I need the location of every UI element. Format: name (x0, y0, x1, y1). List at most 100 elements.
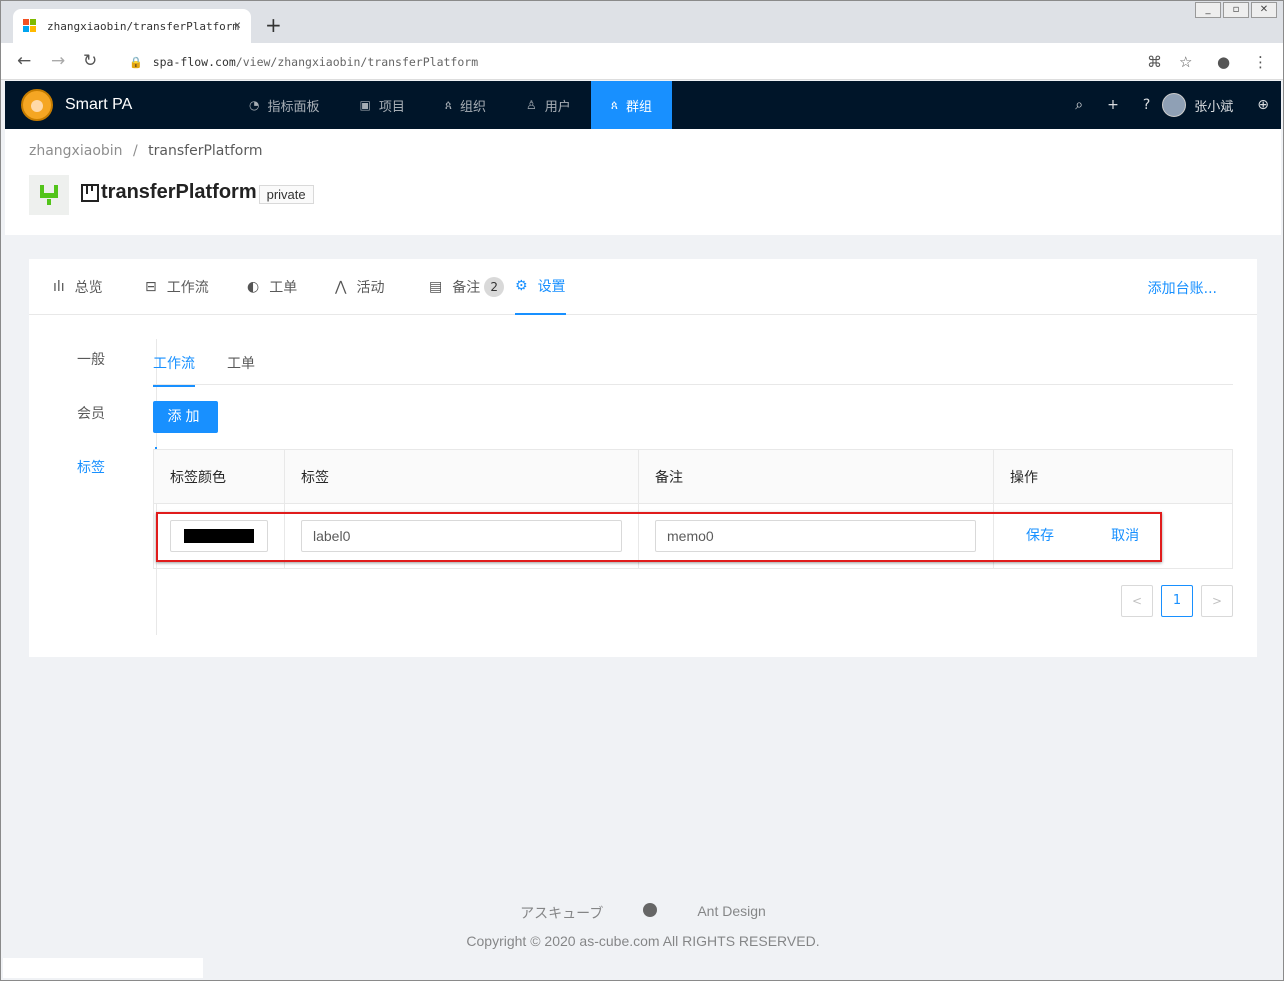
lock-icon: 🔒 (129, 55, 143, 69)
settings-sidebar: 一般 会员 标签 (57, 339, 157, 635)
notes-icon: ▤ (429, 279, 443, 295)
footer-link-antdesign[interactable]: Ant Design (697, 903, 765, 923)
tab-strip: zhangxiaobin/transferPlatform × + _ ▫ ✕ (1, 1, 1283, 43)
window-controls: _ ▫ ✕ (1193, 2, 1277, 18)
app-logo[interactable]: Smart PA (21, 89, 221, 121)
label-type-tabs: 工作流 工单 (153, 339, 1233, 387)
board-icon (81, 183, 99, 202)
menu-organizations[interactable]: ጰ 组织 (425, 81, 506, 129)
page-1-button[interactable]: 1 (1161, 585, 1193, 617)
label-input[interactable] (301, 520, 622, 552)
reload-icon[interactable]: ↻ (83, 51, 97, 71)
prev-page-button[interactable]: < (1121, 585, 1153, 617)
browser-tab[interactable]: zhangxiaobin/transferPlatform × (13, 9, 251, 43)
group-icon: ጰ (610, 97, 618, 112)
sidebar-item-general[interactable]: 一般 (77, 349, 105, 369)
avatar (1162, 93, 1187, 117)
add-button[interactable]: 添加 (153, 401, 218, 433)
help-icon[interactable]: ? (1143, 97, 1150, 113)
menu-projects[interactable]: ▣ 项目 (340, 81, 425, 129)
page-title: transferPlatform private (81, 181, 314, 204)
color-swatch (184, 529, 254, 543)
column-header-label: 标签 (285, 450, 639, 503)
tab-tickets[interactable]: ◐ 工单 (247, 259, 297, 315)
copyright: Copyright © 2020 as-cube.com All RIGHTS … (466, 933, 820, 949)
color-picker-input[interactable] (170, 520, 268, 552)
breadcrumb-separator: / (132, 143, 138, 159)
user-name: 张小斌 (1194, 99, 1234, 115)
close-tab-icon[interactable]: × (234, 18, 241, 32)
browser-menu-icon[interactable]: ⋮ (1253, 53, 1268, 71)
cancel-button[interactable]: 取消 (1111, 528, 1139, 544)
footer-links: アスキューブ Ant Design (1, 903, 1284, 923)
main-menu: ◔ 指标面板 ▣ 项目 ጰ 组织 ♙ 用户 ጰ 群组 (229, 81, 672, 129)
address-bar[interactable]: 🔒 spa-flow.com/view/zhangxiaobin/transfe… (115, 48, 1215, 76)
tab-workflow-labels[interactable]: 工作流 (153, 353, 195, 387)
footer-link-ascube[interactable]: アスキューブ (520, 903, 603, 923)
project-icon: ▣ (359, 98, 371, 112)
actions-cell: 保存 取消 (994, 504, 1232, 568)
activity-icon: ⋀ (335, 279, 347, 295)
new-tab-icon[interactable]: + (265, 13, 282, 37)
favicon-icon (23, 19, 37, 33)
close-window-icon[interactable]: ✕ (1251, 2, 1277, 18)
memo-input[interactable] (655, 520, 976, 552)
gear-icon: ⚙ (515, 278, 528, 294)
visibility-badge: private (258, 185, 314, 204)
label-cell (285, 504, 639, 568)
translate-icon[interactable]: ⌘ (1147, 53, 1162, 71)
bookmark-star-icon[interactable]: ☆ (1179, 53, 1192, 71)
status-bar (3, 958, 203, 978)
ticket-icon: ◐ (247, 279, 260, 295)
tab-activity[interactable]: ⋀ 活动 (335, 259, 384, 315)
menu-dashboard[interactable]: ◔ 指标面板 (229, 81, 340, 129)
dashboard-icon: ◔ (249, 98, 260, 112)
column-header-actions: 操作 (1010, 470, 1038, 486)
logo-icon (21, 89, 53, 121)
tab-overview[interactable]: ılı 总览 (53, 259, 103, 315)
project-tabs: ılı 总览 ⊟ 工作流 ◐ 工单 ⋀ 活动 ▤ 备注 2 ⚙ 设置 添加台账... (29, 259, 1257, 315)
breadcrumb-project: transferPlatform (148, 143, 263, 159)
menu-groups[interactable]: ጰ 群组 (590, 81, 672, 129)
breadcrumb: zhangxiaobin / transferPlatform (29, 143, 263, 159)
user-icon: ♙ (526, 98, 537, 112)
tab-workflow[interactable]: ⊟ 工作流 (145, 259, 209, 315)
project-identicon-icon (40, 185, 58, 205)
minimize-icon[interactable]: _ (1195, 2, 1221, 18)
project-avatar (29, 175, 69, 215)
forward-icon[interactable]: → (51, 51, 65, 71)
github-icon[interactable] (643, 903, 658, 917)
table-header: 标签颜色 标签 备注 操作 (154, 450, 1232, 504)
globe-icon[interactable]: ⊕ (1257, 97, 1269, 113)
sidebar-item-members[interactable]: 会员 (77, 403, 105, 423)
tab-title: zhangxiaobin/transferPlatform (47, 19, 240, 33)
project-card: ılı 总览 ⊟ 工作流 ◐ 工单 ⋀ 活动 ▤ 备注 2 ⚙ 设置 添加台账... 一般 会… (29, 259, 1257, 657)
next-page-button[interactable]: > (1201, 585, 1233, 617)
notes-count-badge: 2 (484, 277, 505, 297)
page-header: zhangxiaobin / transferPlatform transfer… (5, 129, 1281, 235)
memo-cell (639, 504, 994, 568)
tab-settings[interactable]: ⚙ 设置 (515, 259, 566, 315)
breadcrumb-owner[interactable]: zhangxiaobin (29, 143, 123, 159)
workflow-icon: ⊟ (145, 279, 157, 295)
bar-chart-icon: ılı (53, 279, 65, 295)
save-button[interactable]: 保存 (1026, 528, 1054, 544)
add-ledger-link[interactable]: 添加台账... (1148, 278, 1217, 298)
user-menu[interactable]: 张小斌 (1162, 93, 1233, 117)
menu-users[interactable]: ♙ 用户 (506, 81, 591, 129)
url-text: spa-flow.com/view/zhangxiaobin/transferP… (152, 55, 479, 69)
color-cell (154, 504, 285, 568)
tab-ticket-labels[interactable]: 工单 (227, 353, 255, 385)
tab-notes[interactable]: ▤ 备注 2 (429, 259, 505, 315)
add-icon[interactable]: + (1107, 97, 1119, 113)
app-header: Smart PA ◔ 指标面板 ▣ 项目 ጰ 组织 ♙ 用户 ጰ 群组 ⌕ + ? 张小斌… (5, 81, 1281, 129)
project-name: transferPlatform (101, 181, 257, 203)
search-icon[interactable]: ⌕ (1075, 97, 1083, 113)
sidebar-item-labels[interactable]: 标签 (77, 457, 105, 477)
team-icon: ጰ (444, 97, 453, 112)
restore-icon[interactable]: ▫ (1223, 2, 1249, 18)
back-icon[interactable]: ← (17, 51, 31, 71)
column-header-color: 标签颜色 (154, 450, 285, 503)
header-actions: ⌕ + ? 张小斌 ⊕ (1063, 81, 1281, 129)
account-icon[interactable]: ● (1217, 53, 1230, 71)
